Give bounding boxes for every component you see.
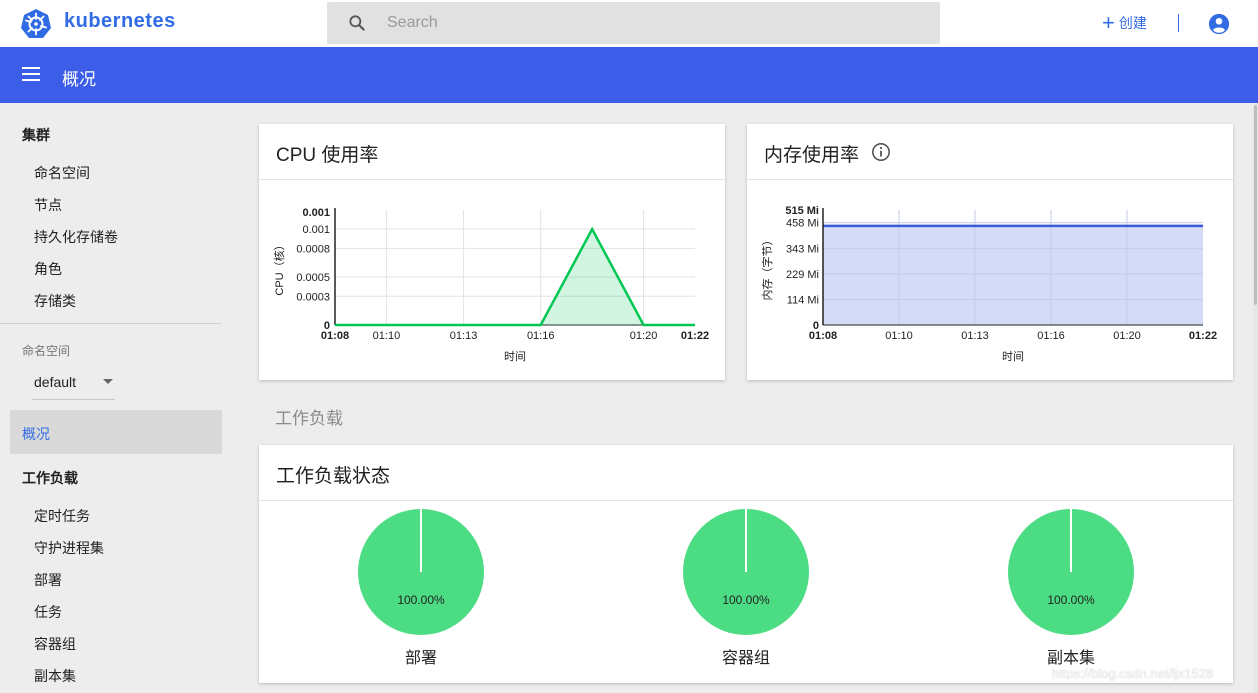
sidebar-item-overview[interactable]: 概况	[10, 410, 222, 454]
info-icon[interactable]	[871, 142, 891, 162]
pie-chart-1: 100.00% 部署	[358, 509, 484, 667]
page-title: 概况	[62, 70, 96, 89]
sidebar-section-cluster[interactable]: 集群	[22, 125, 50, 145]
x-axis-label: 时间	[504, 350, 526, 363]
pie-data-label: 100.00%	[397, 593, 445, 607]
y-tick-label: 0.001	[302, 224, 330, 236]
sidebar-item-jobs[interactable]: 任务	[34, 602, 62, 622]
toolbar-divider	[1178, 14, 1179, 32]
page-header: 概况	[0, 47, 1258, 103]
sidebar-item-cron-jobs[interactable]: 定时任务	[34, 506, 90, 526]
cpu-usage-chart: 00.00030.00050.00080.0010.00101:08 01:10 0…	[272, 207, 709, 363]
pie-category-label: 容器组	[722, 649, 770, 667]
pie-category-label: 部署	[405, 649, 437, 667]
namespace-select[interactable]: default	[32, 369, 115, 400]
cpu-usage-card: CPU 使用率 0 0.0003 0.0005 0.0008 0.001 0.001 01:…	[259, 124, 725, 380]
pie-category-label: 副本集	[1047, 649, 1095, 667]
x-tick-label: 01:20	[1113, 330, 1141, 342]
account-icon[interactable]	[1208, 13, 1230, 35]
y-tick-label: 0.0005	[296, 272, 330, 284]
cpu-card-title: CPU 使用率	[276, 145, 379, 166]
sidebar-item-nodes[interactable]: 节点	[34, 195, 62, 215]
y-tick-label: 458 Mi	[786, 218, 819, 230]
chevron-down-icon	[103, 379, 113, 384]
create-button[interactable]: + 创建	[1102, 12, 1147, 34]
sidebar-item-replica-sets[interactable]: 副本集	[34, 666, 76, 686]
sidebar-section-workloads[interactable]: 工作负载	[22, 468, 78, 488]
x-tick-label: 01:08	[321, 330, 349, 342]
pie-chart-2: 100.00% 容器组	[683, 509, 809, 667]
workload-status-title: 工作负载状态	[276, 466, 391, 487]
sidebar-item-daemon-sets[interactable]: 守护进程集	[34, 538, 104, 558]
x-tick-label: 01:10	[373, 330, 401, 342]
plus-icon: +	[1102, 10, 1115, 35]
y-tick-label: 0.0003	[296, 291, 330, 303]
sidebar-item-pods[interactable]: 容器组	[34, 634, 76, 654]
x-tick-label: 01:20	[630, 330, 658, 342]
sidebar-item-persistent-volumes[interactable]: 持久化存储卷	[34, 227, 118, 247]
y-tick-label: 0.0008	[296, 243, 330, 255]
y-axis-label: 内存（字节）	[760, 235, 774, 301]
x-tick-label: 01:08	[809, 330, 837, 342]
pie-data-label: 100.00%	[1047, 593, 1095, 607]
sidebar-item-overview-label: 概况	[22, 426, 50, 442]
sidebar-divider	[0, 323, 221, 324]
search-bar	[327, 2, 940, 44]
brand-name[interactable]: kubernetes	[64, 10, 176, 33]
x-axis-label: 时间	[1002, 350, 1024, 363]
scrollbar-thumb[interactable]	[1254, 105, 1257, 305]
memory-area	[823, 225, 1203, 325]
memory-usage-chart: 0114 Mi229 Mi343 Mi458 Mi515 Mi01:08 01:1…	[760, 205, 1217, 363]
search-input[interactable]	[387, 2, 927, 44]
pie-chart-3: 100.00% 副本集	[1008, 509, 1134, 667]
watermark: https://blog.csdn.net/ljx1528	[1052, 666, 1214, 681]
memory-usage-card: 内存使用率 0 114 Mi 229 Mi 343 Mi 458 Mi 515 Mi 01:…	[747, 124, 1233, 380]
pie-data-label: 100.00%	[722, 593, 770, 607]
x-tick-label: 01:22	[681, 330, 709, 342]
namespace-value: default	[34, 374, 77, 390]
y-tick-label: 0.001	[302, 207, 330, 219]
menu-icon[interactable]	[22, 67, 40, 81]
memory-card-title: 内存使用率	[764, 145, 860, 166]
x-tick-label: 01:16	[1037, 330, 1065, 342]
workload-status-card: 工作负载状态 100.00% 部署 100.00% 容器组 100.00% 副本集	[259, 445, 1233, 683]
kubernetes-logo-icon[interactable]	[20, 8, 52, 40]
namespace-label: 命名空间	[22, 344, 71, 358]
x-tick-label: 01:13	[450, 330, 478, 342]
sidebar-item-deployments[interactable]: 部署	[34, 570, 62, 590]
sidebar: 集群 命名空间 节点 持久化存储卷 角色 存储类 命名空间 default 概况…	[0, 103, 236, 693]
x-tick-label: 01:13	[961, 330, 989, 342]
sidebar-item-roles[interactable]: 角色	[34, 259, 62, 279]
x-tick-label: 01:10	[885, 330, 913, 342]
sidebar-item-storage-classes[interactable]: 存储类	[34, 291, 76, 311]
workload-status-pies: 100.00% 部署 100.00% 容器组 100.00% 副本集	[358, 509, 1134, 667]
y-tick-label: 229 Mi	[786, 269, 819, 281]
x-tick-label: 01:22	[1189, 330, 1217, 342]
workloads-section-label: 工作负载	[275, 409, 343, 428]
search-icon	[349, 15, 365, 31]
y-tick-label: 515 Mi	[785, 205, 819, 217]
sidebar-item-namespaces[interactable]: 命名空间	[34, 163, 90, 183]
create-label: 创建	[1118, 15, 1147, 31]
y-tick-label: 343 Mi	[786, 243, 819, 255]
y-tick-label: 114 Mi	[787, 295, 819, 307]
x-tick-label: 01:16	[527, 330, 555, 342]
top-bar: kubernetes + 创建	[0, 0, 1258, 47]
y-axis-label: CPU（核）	[272, 239, 286, 295]
